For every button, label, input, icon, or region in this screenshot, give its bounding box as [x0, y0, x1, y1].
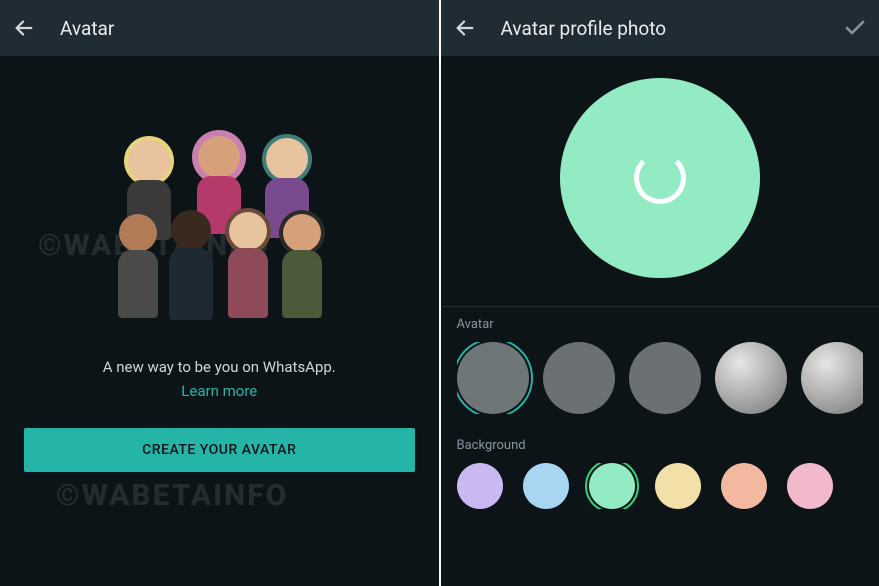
intro-content: ©WABETAINFO ©WABETAINFO A new way to be …: [0, 56, 439, 586]
loading-spinner-icon: [634, 152, 686, 204]
avatar-swatch[interactable]: [715, 342, 787, 414]
watermark: ©WABETAINFO: [56, 478, 288, 513]
avatar-intro-panel: Avatar ©WABETAINFO ©WABETAINFO A new way…: [0, 0, 439, 586]
learn-more-link[interactable]: Learn more: [181, 382, 257, 400]
background-section: Background: [441, 428, 879, 523]
avatar-preview-area: [441, 56, 879, 306]
avatar-cluster-illustration: [109, 130, 329, 330]
avatar-profile-photo-panel: Avatar profile photo ©WABETAINFO Avatar …: [441, 0, 879, 586]
header: Avatar: [0, 0, 439, 56]
background-swatch-row: [457, 463, 864, 509]
header: Avatar profile photo: [441, 0, 879, 56]
background-swatch[interactable]: [589, 463, 635, 509]
background-swatch[interactable]: [457, 463, 503, 509]
avatar-swatch[interactable]: [629, 342, 701, 414]
page-title: Avatar: [60, 17, 427, 40]
create-avatar-button[interactable]: CREATE YOUR AVATAR: [24, 428, 415, 472]
background-swatch[interactable]: [787, 463, 833, 509]
confirm-check-icon[interactable]: [843, 16, 867, 40]
tagline-text: A new way to be you on WhatsApp.: [103, 358, 336, 376]
background-swatch[interactable]: [523, 463, 569, 509]
background-swatch[interactable]: [721, 463, 767, 509]
back-arrow-icon[interactable]: [453, 16, 477, 40]
avatar-swatch[interactable]: [543, 342, 615, 414]
page-title: Avatar profile photo: [501, 17, 820, 40]
avatar-pose-section: Avatar: [441, 307, 879, 428]
back-arrow-icon[interactable]: [12, 16, 36, 40]
avatar-swatch-row: [457, 342, 864, 414]
avatar-swatch[interactable]: [801, 342, 864, 414]
avatar-swatch[interactable]: [457, 342, 529, 414]
avatar-preview-circle: [560, 78, 760, 278]
section-label-background: Background: [457, 438, 864, 453]
section-label-avatar: Avatar: [457, 317, 864, 332]
background-swatch[interactable]: [655, 463, 701, 509]
